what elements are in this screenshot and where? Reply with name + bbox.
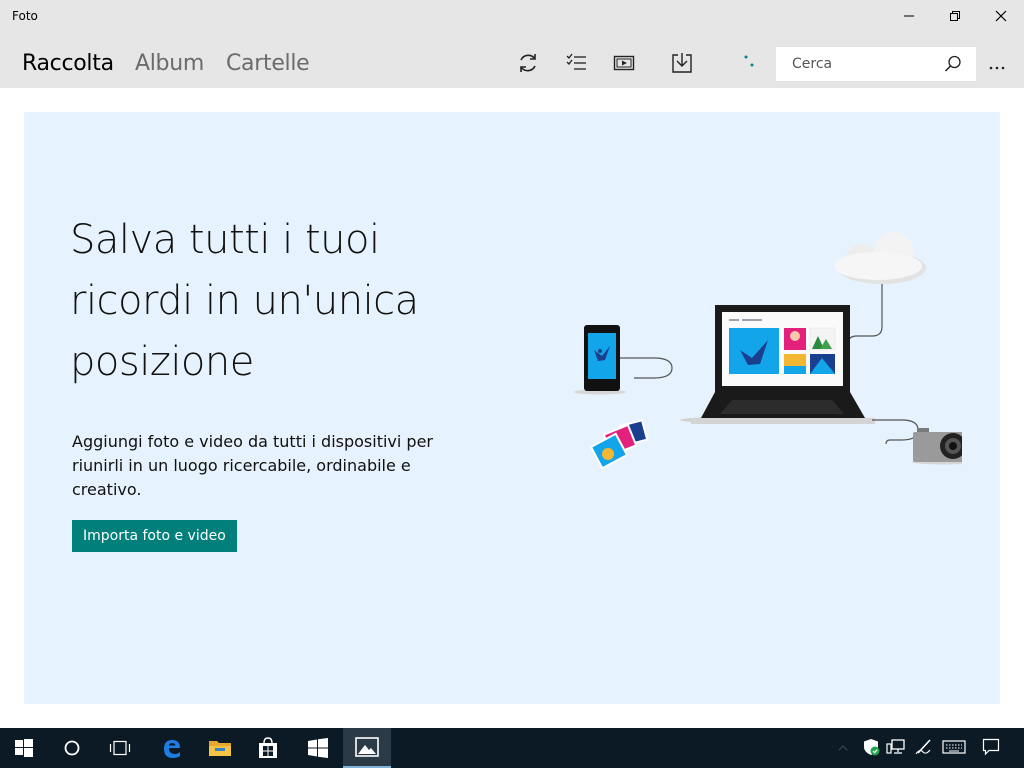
photos-app-button[interactable] — [343, 728, 391, 768]
network-tray[interactable] — [886, 738, 906, 760]
loading-icon — [744, 55, 754, 67]
select-button[interactable] — [561, 48, 591, 78]
sync-progress — [732, 48, 762, 78]
windows-logo-icon — [308, 738, 328, 758]
restore-button[interactable] — [932, 0, 978, 32]
search-placeholder: Cerca — [792, 56, 833, 72]
task-view-button[interactable] — [96, 728, 144, 768]
more-options-button[interactable] — [988, 56, 1006, 75]
cloud-icon — [834, 232, 926, 284]
close-icon — [995, 10, 1007, 22]
pen-tray[interactable] — [914, 738, 934, 760]
photos-icon — [589, 419, 649, 470]
cortana-button[interactable] — [48, 728, 96, 768]
search-box[interactable]: Cerca — [776, 47, 976, 81]
keyboard-icon — [942, 740, 966, 754]
edge-icon — [164, 740, 180, 758]
laptop-icon — [680, 305, 875, 424]
windows-app-button[interactable] — [294, 728, 342, 768]
minimize-button[interactable] — [886, 0, 932, 32]
tab-raccolta[interactable]: Raccolta — [22, 51, 114, 76]
network-icon — [886, 739, 905, 754]
edge-button[interactable] — [148, 728, 196, 768]
search-icon — [64, 740, 80, 756]
devices-illustration — [574, 232, 962, 470]
refresh-button[interactable] — [513, 48, 543, 78]
empty-state-panel: Salva tutti i tuoi ricordi in un'unica p… — [24, 112, 1000, 704]
photos-icon — [355, 737, 379, 757]
select-icon — [566, 53, 586, 70]
camera-icon — [912, 428, 962, 465]
defender-tray[interactable] — [862, 738, 880, 760]
action-center-tray[interactable] — [982, 738, 1000, 760]
tray-chevron[interactable] — [838, 738, 848, 760]
import-photos-button[interactable]: Importa foto e video — [72, 520, 237, 552]
hero-headline: Salva tutti i tuoi ricordi in un'unica p… — [70, 217, 419, 385]
restore-icon — [950, 11, 960, 21]
start-icon — [15, 739, 33, 757]
tab-cartelle[interactable]: Cartelle — [226, 51, 310, 76]
file-explorer-button[interactable] — [196, 728, 244, 768]
search-icon[interactable] — [944, 55, 962, 73]
import-button[interactable] — [667, 48, 697, 78]
close-button[interactable] — [978, 0, 1024, 32]
more-icon — [989, 66, 1005, 70]
file-explorer-icon — [209, 741, 231, 756]
import-icon — [672, 53, 692, 73]
chevron-up-icon — [838, 745, 848, 751]
minimize-icon — [904, 15, 914, 17]
notifications-icon — [982, 738, 1000, 756]
hero-description: Aggiungi foto e video da tutti i disposi… — [72, 432, 433, 499]
slideshow-icon — [613, 55, 635, 71]
refresh-icon — [520, 54, 536, 72]
defender-icon — [864, 739, 880, 756]
title-bar: Foto — [0, 0, 1024, 34]
app-bar: Raccolta Album Cartelle Cerca — [0, 34, 1024, 88]
pen-icon — [915, 739, 931, 755]
taskbar — [0, 728, 1024, 768]
store-icon — [259, 737, 277, 758]
start-button[interactable] — [0, 728, 48, 768]
phone-icon — [574, 325, 626, 395]
window-title: Foto — [12, 9, 38, 23]
store-button[interactable] — [244, 728, 292, 768]
task-view-icon — [109, 740, 131, 756]
slideshow-button[interactable] — [609, 48, 639, 78]
tab-album[interactable]: Album — [135, 51, 204, 76]
touch-keyboard-tray[interactable] — [942, 738, 966, 760]
